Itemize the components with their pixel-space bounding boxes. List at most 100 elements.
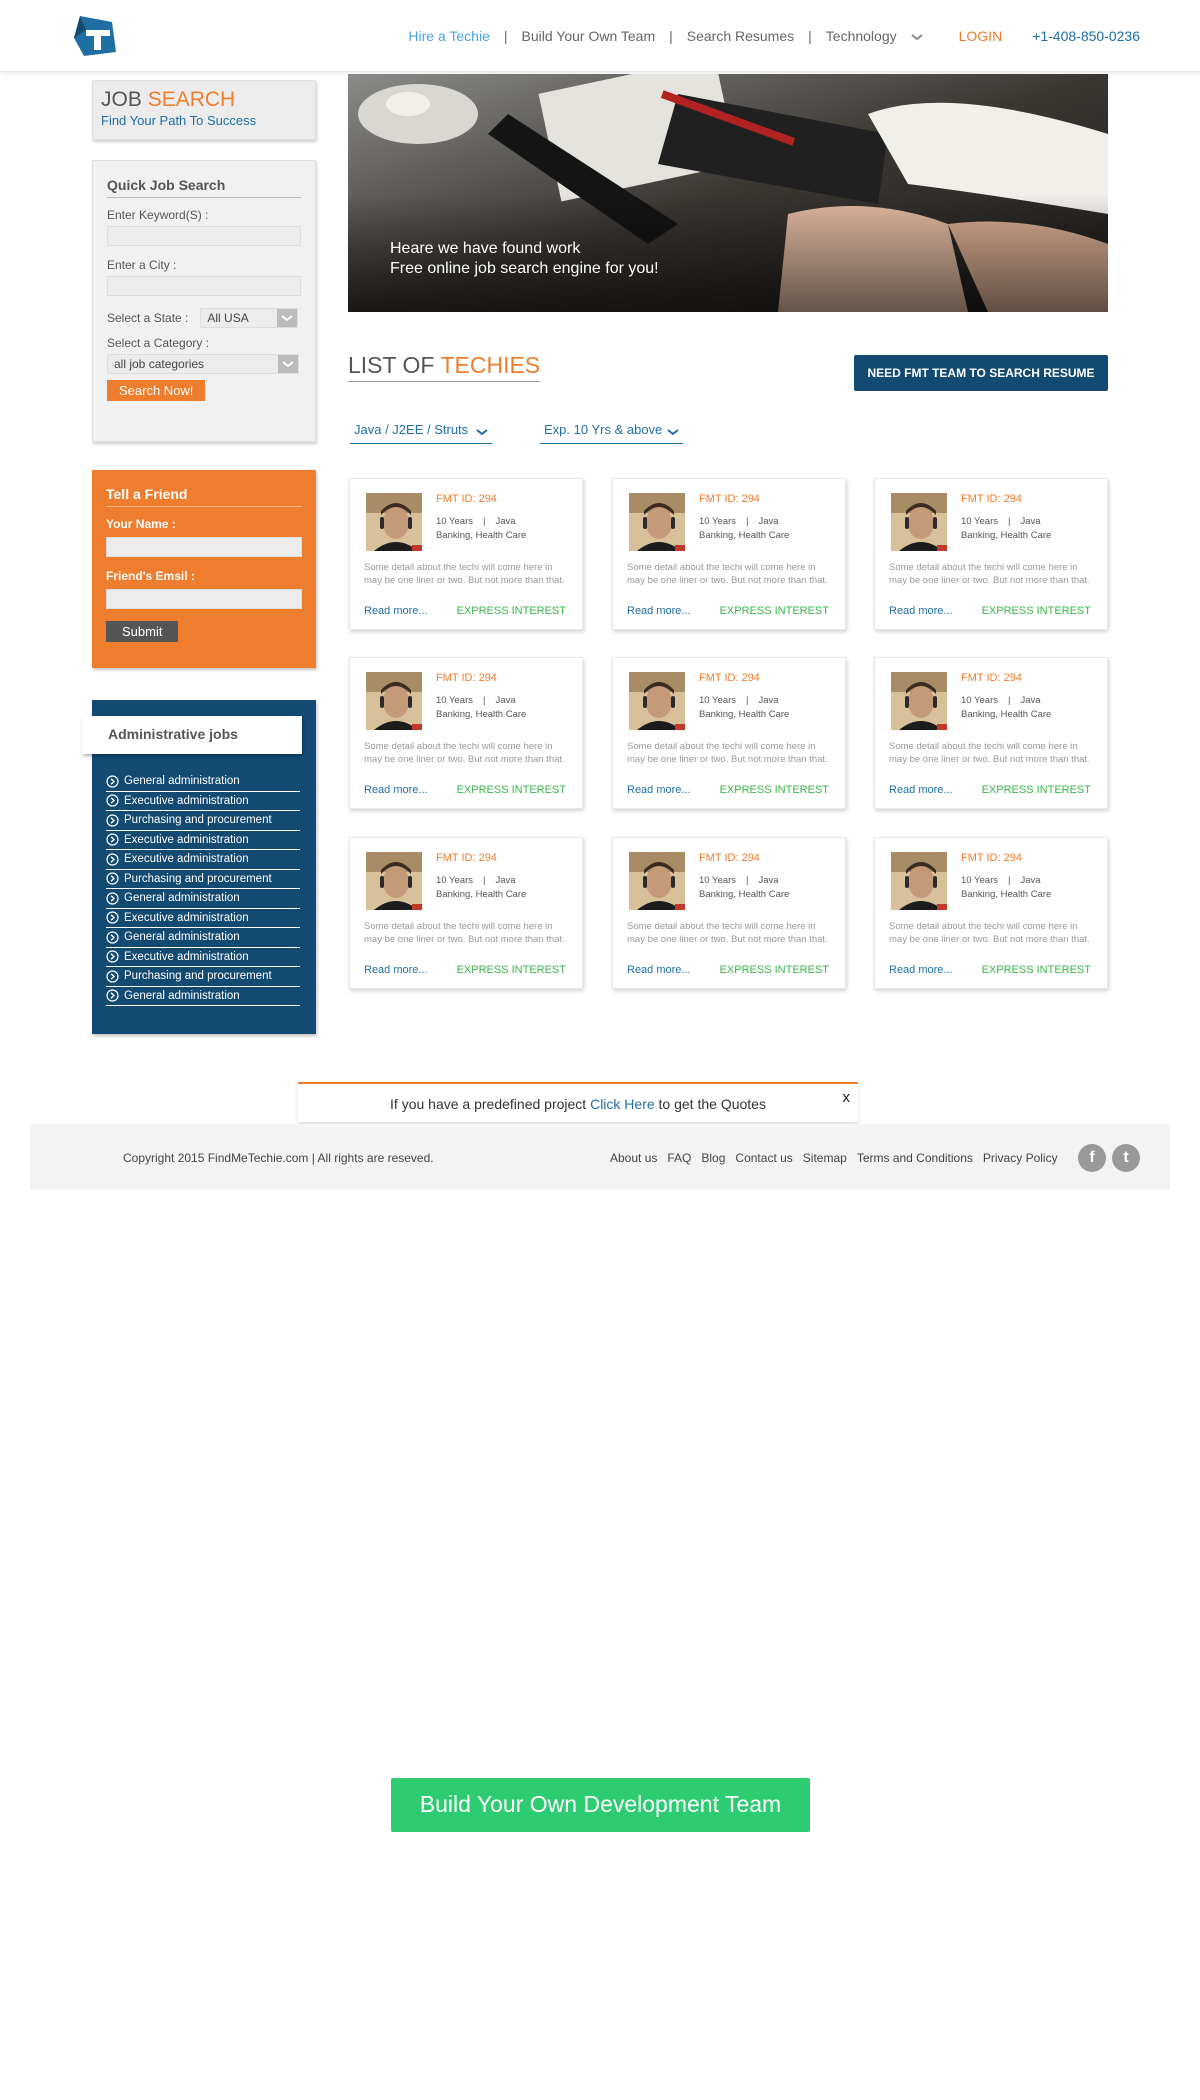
techie-domain: Banking, Health Care xyxy=(436,709,527,720)
express-interest-link[interactable]: EXPRESS INTEREST xyxy=(720,964,829,976)
administrative-job-link[interactable]: General administration xyxy=(106,928,300,948)
city-input[interactable] xyxy=(107,276,301,296)
category-select[interactable]: all job categories xyxy=(107,354,299,374)
administrative-job-link[interactable]: General administration xyxy=(106,772,300,792)
read-more-link[interactable]: Read more... xyxy=(627,605,691,617)
phone-number[interactable]: +1-408-850-0236 xyxy=(1032,28,1140,44)
job-search-header: JOB SEARCH Find Your Path To Success xyxy=(92,80,316,140)
footer-link[interactable]: Contact us xyxy=(735,1151,792,1165)
techie-photo[interactable] xyxy=(891,672,947,730)
administrative-jobs-title: Administrative jobs xyxy=(82,716,302,754)
express-interest-link[interactable]: EXPRESS INTEREST xyxy=(457,784,566,796)
administrative-job-link[interactable]: Purchasing and procurement xyxy=(106,870,300,889)
techie-years: 10 Years xyxy=(961,695,998,706)
express-interest-link[interactable]: EXPRESS INTEREST xyxy=(457,964,566,976)
techie-fmt-id: FMT ID: 294 xyxy=(436,672,497,684)
techie-photo[interactable] xyxy=(366,493,422,551)
friend-email-input[interactable] xyxy=(106,589,302,609)
nav-technology[interactable]: Technology xyxy=(826,28,897,44)
administrative-job-link[interactable]: Executive administration xyxy=(106,831,300,850)
techie-domain: Banking, Health Care xyxy=(436,889,527,900)
techie-card: FMT ID: 294 10 Years | Java Banking, Health … xyxy=(349,657,583,809)
read-more-link[interactable]: Read more... xyxy=(627,964,691,976)
express-interest-link[interactable]: EXPRESS INTEREST xyxy=(982,605,1091,617)
chevron-down-icon[interactable] xyxy=(476,426,488,438)
techie-photo[interactable] xyxy=(366,852,422,910)
chevron-down-icon[interactable] xyxy=(277,309,298,327)
site-logo[interactable] xyxy=(72,12,122,60)
twitter-icon[interactable]: t xyxy=(1112,1144,1140,1172)
express-interest-link[interactable]: EXPRESS INTEREST xyxy=(982,784,1091,796)
techie-photo[interactable] xyxy=(629,852,685,910)
build-development-team-button[interactable]: Build Your Own Development Team xyxy=(391,1778,810,1832)
nav-hire-a-techie[interactable]: Hire a Techie xyxy=(408,28,489,44)
techie-years: 10 Years xyxy=(436,875,473,886)
techie-domain: Banking, Health Care xyxy=(436,530,527,541)
footer-link[interactable]: About us xyxy=(610,1151,657,1165)
login-link[interactable]: LOGIN xyxy=(959,28,1003,44)
administrative-job-link[interactable]: Executive administration xyxy=(106,792,300,811)
site-footer: Copyright 2015 FindMeTechie.com | All ri… xyxy=(30,1124,1170,1190)
techie-years: 10 Years xyxy=(699,875,736,886)
read-more-link[interactable]: Read more... xyxy=(889,605,953,617)
administrative-job-link[interactable]: Executive administration xyxy=(106,850,300,870)
read-more-link[interactable]: Read more... xyxy=(627,784,691,796)
techie-years: 10 Years xyxy=(699,516,736,527)
experience-filter-dropdown[interactable]: Exp. 10 Yrs & above xyxy=(540,420,683,444)
search-now-button[interactable]: Search Now! xyxy=(107,380,206,401)
facebook-icon[interactable]: f xyxy=(1078,1144,1106,1172)
administrative-job-link[interactable]: Purchasing and procurement xyxy=(106,967,300,987)
techie-skill: Java xyxy=(495,516,516,527)
techie-experience: 10 Years | Java xyxy=(961,695,1041,706)
read-more-link[interactable]: Read more... xyxy=(889,784,953,796)
administrative-job-link[interactable]: Executive administration xyxy=(106,948,300,967)
list-of-techies-title: LIST OF TECHIES xyxy=(348,352,541,382)
footer-link[interactable]: Sitemap xyxy=(803,1151,847,1165)
read-more-link[interactable]: Read more... xyxy=(889,964,953,976)
footer-link[interactable]: Privacy Policy xyxy=(983,1151,1058,1165)
nav-separator: | xyxy=(808,28,812,44)
nav-search-resumes[interactable]: Search Resumes xyxy=(687,28,794,44)
techie-photo[interactable] xyxy=(891,493,947,551)
administrative-job-link[interactable]: Executive administration xyxy=(106,909,300,928)
techie-photo[interactable] xyxy=(366,672,422,730)
chevron-down-icon[interactable] xyxy=(278,355,298,373)
nav-build-your-own-team[interactable]: Build Your Own Team xyxy=(522,28,656,44)
state-select[interactable]: All USA xyxy=(200,308,299,328)
read-more-link[interactable]: Read more... xyxy=(364,605,428,617)
administrative-job-link[interactable]: General administration xyxy=(106,987,300,1006)
techie-card: FMT ID: 294 10 Years | Java Banking, Health … xyxy=(612,657,846,809)
hero-line-2: Free online job search engine for you! xyxy=(390,260,659,277)
close-icon[interactable]: x xyxy=(843,1078,851,1118)
administrative-job-link[interactable]: Purchasing and procurement xyxy=(106,811,300,831)
skill-filter-dropdown[interactable]: Java / J2EE / Struts xyxy=(350,420,492,444)
administrative-job-link[interactable]: General administration xyxy=(106,889,300,909)
read-more-link[interactable]: Read more... xyxy=(364,964,428,976)
footer-link[interactable]: FAQ xyxy=(667,1151,691,1165)
submit-button[interactable]: Submit xyxy=(106,621,179,642)
keyword-input[interactable] xyxy=(107,226,301,246)
meta-separator: | xyxy=(745,695,749,706)
techie-photo[interactable] xyxy=(629,672,685,730)
need-fmt-team-button[interactable]: NEED FMT TEAM TO SEARCH RESUME xyxy=(854,355,1108,391)
techie-photo[interactable] xyxy=(629,493,685,551)
express-interest-link[interactable]: EXPRESS INTEREST xyxy=(982,964,1091,976)
state-select-value: All USA xyxy=(207,311,249,325)
quote-click-here-link[interactable]: Click Here xyxy=(590,1096,655,1112)
keyword-label: Enter Keyword(S) : xyxy=(107,208,209,222)
footer-link[interactable]: Blog xyxy=(701,1151,725,1165)
chevron-down-icon[interactable] xyxy=(910,30,923,42)
read-more-link[interactable]: Read more... xyxy=(364,784,428,796)
techie-description: Some detail about the techi will come he… xyxy=(889,741,1090,765)
techie-experience: 10 Years | Java xyxy=(436,516,516,527)
techie-skill: Java xyxy=(1020,516,1041,527)
express-interest-link[interactable]: EXPRESS INTEREST xyxy=(720,784,829,796)
chevron-down-icon[interactable] xyxy=(667,426,679,438)
techie-description: Some detail about the techi will come he… xyxy=(364,921,565,945)
footer-link[interactable]: Terms and Conditions xyxy=(857,1151,973,1165)
your-name-input[interactable] xyxy=(106,537,302,557)
techie-photo[interactable] xyxy=(891,852,947,910)
express-interest-link[interactable]: EXPRESS INTEREST xyxy=(457,605,566,617)
express-interest-link[interactable]: EXPRESS INTEREST xyxy=(720,605,829,617)
techie-fmt-id: FMT ID: 294 xyxy=(961,852,1022,864)
